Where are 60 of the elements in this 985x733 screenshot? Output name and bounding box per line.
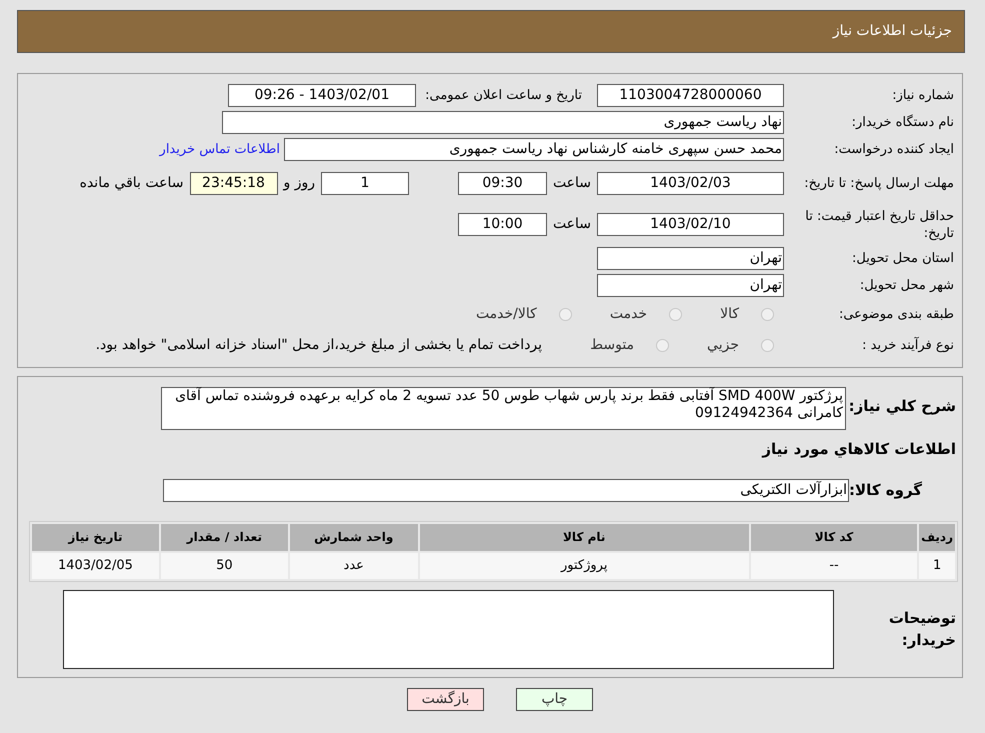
goods-group-field[interactable]: ابزارآلات الکتریکی	[163, 478, 849, 502]
column-header: کد کالا	[750, 524, 918, 550]
table-cell: پروژکتور	[420, 552, 749, 578]
field-label: شهر محل تحویل:	[858, 277, 954, 294]
page-title: جزئیات اطلاعات نیاز	[832, 22, 952, 41]
option-label: متوسط	[590, 336, 634, 354]
table-cell: عدد	[290, 552, 418, 578]
announce-date-field[interactable]: 1403/02/01 - 09:26	[228, 84, 416, 107]
column-header: نام کالا	[420, 524, 749, 550]
reply-date-field[interactable]: 1403/02/03	[597, 172, 784, 195]
time-label: ساعت	[552, 215, 592, 234]
back-button[interactable]: بازگشت	[407, 688, 484, 711]
buyer-org-field[interactable]: نهاد ریاست جمهوری	[222, 111, 784, 134]
field-label: نوع فرآیند خرید :	[861, 336, 954, 354]
table-cell: 50	[160, 552, 288, 578]
remaining-label: ساعت باقي مانده	[80, 174, 184, 193]
price-validity-date-field[interactable]: 1403/02/10	[597, 213, 784, 236]
days-field[interactable]: 1	[321, 172, 409, 195]
field-label: مهلت ارسال پاسخ: تا تاریخ:	[803, 175, 954, 192]
option-label: کالا	[720, 305, 739, 324]
radio-button[interactable]	[761, 338, 774, 352]
field-label: توضیحات خریدار:	[888, 608, 956, 651]
section-heading: اطلاعات کالاهاي مورد نیاز	[762, 439, 956, 460]
print-button[interactable]: چاپ	[516, 688, 593, 711]
buyer-notes-field[interactable]	[63, 590, 834, 668]
description-field[interactable]: پرژکتور SMD 400W آفتابی فقط برند پارس شهاب طوس 50 عدد تسویه 2 ماه کرایه برعهده فروشنده تماس آقای کامرانی 09124942364	[161, 387, 846, 430]
column-header: تاریخ نیاز	[32, 524, 159, 550]
radio-button[interactable]	[761, 308, 774, 321]
field-label: استان محل تحویل:	[851, 250, 954, 267]
need-number-field[interactable]: 1103004728000060	[597, 84, 784, 107]
reply-time-field[interactable]: 09:30	[458, 172, 547, 195]
column-header: ردیف	[919, 524, 955, 550]
radio-button[interactable]	[669, 308, 682, 321]
field-label: طبقه بندی موضوعی:	[838, 306, 954, 323]
requester-field[interactable]: محمد حسن سپهری خامنه کارشناس نهاد ریاست جمهوری	[284, 138, 784, 161]
option-label: جزيي	[707, 336, 739, 354]
column-header: تعداد / مقدار	[160, 524, 288, 550]
price-validity-time-field[interactable]: 10:00	[458, 213, 547, 236]
buyer-contact-link[interactable]: اطلاعات تماس خریدار	[160, 140, 280, 160]
column-header: واحد شمارش	[290, 524, 418, 550]
field-label: نام دستگاه خریدار:	[850, 114, 954, 131]
field-label: حداقل تاریخ اعتبار قیمت: تا تاریخ:	[804, 208, 954, 242]
time-label: ساعت	[552, 174, 592, 193]
option-label: خدمت	[610, 305, 648, 324]
table-cell: 1	[919, 552, 955, 578]
days-label: روز و	[282, 174, 316, 193]
field-label: ایجاد کننده درخواست:	[833, 141, 954, 158]
table-cell: 1403/02/05	[32, 552, 159, 578]
purchase-note: پرداخت تمام یا بخشی از مبلغ خرید،از محل "اسناد خزانه اسلامی" خواهد بود.	[96, 336, 542, 354]
field-label: شرح کلي نیاز:	[848, 396, 956, 417]
remaining-time-field[interactable]: 23:45:18	[190, 172, 278, 195]
radio-button[interactable]	[558, 308, 572, 321]
province-field[interactable]: تهران	[597, 247, 784, 270]
option-label: کالا/خدمت	[476, 305, 537, 324]
field-label: تاریخ و ساعت اعلان عمومی:	[424, 87, 583, 104]
city-field[interactable]: تهران	[597, 274, 784, 297]
table-cell: --	[750, 552, 918, 578]
field-label: گروه کالا:	[849, 480, 923, 501]
field-label: شماره نیاز:	[891, 87, 954, 104]
radio-button[interactable]	[656, 338, 670, 352]
